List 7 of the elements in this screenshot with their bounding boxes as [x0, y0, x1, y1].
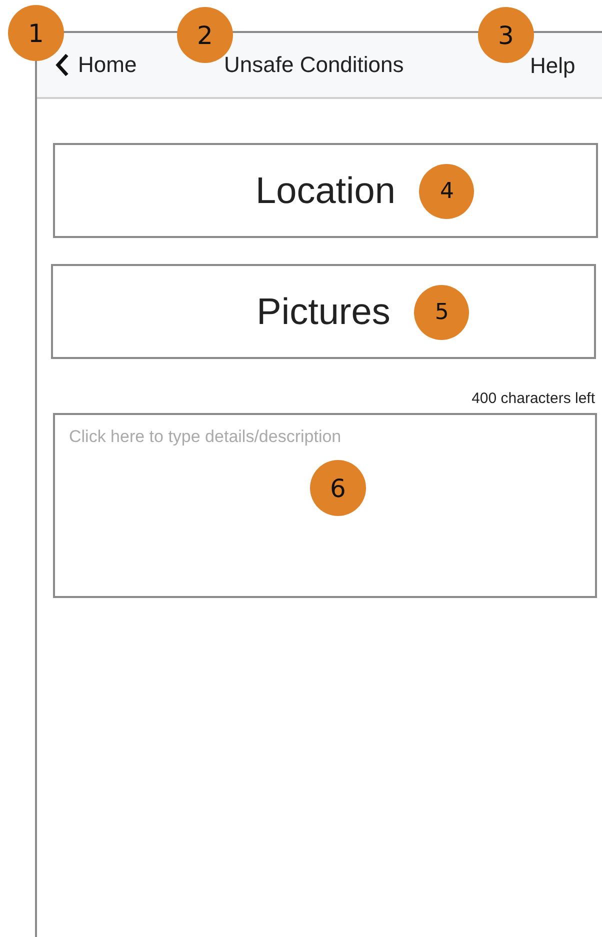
- section-button[interactable]: Pictures 5: [51, 264, 596, 359]
- callout-badge: 5: [414, 284, 470, 340]
- callout-badge: 4: [419, 164, 474, 218]
- character-counter: 400 characters left: [470, 390, 596, 407]
- section-button[interactable]: Location 4: [53, 143, 598, 238]
- back-chevron-icon: [55, 53, 69, 77]
- callout-badge: 1: [8, 5, 64, 61]
